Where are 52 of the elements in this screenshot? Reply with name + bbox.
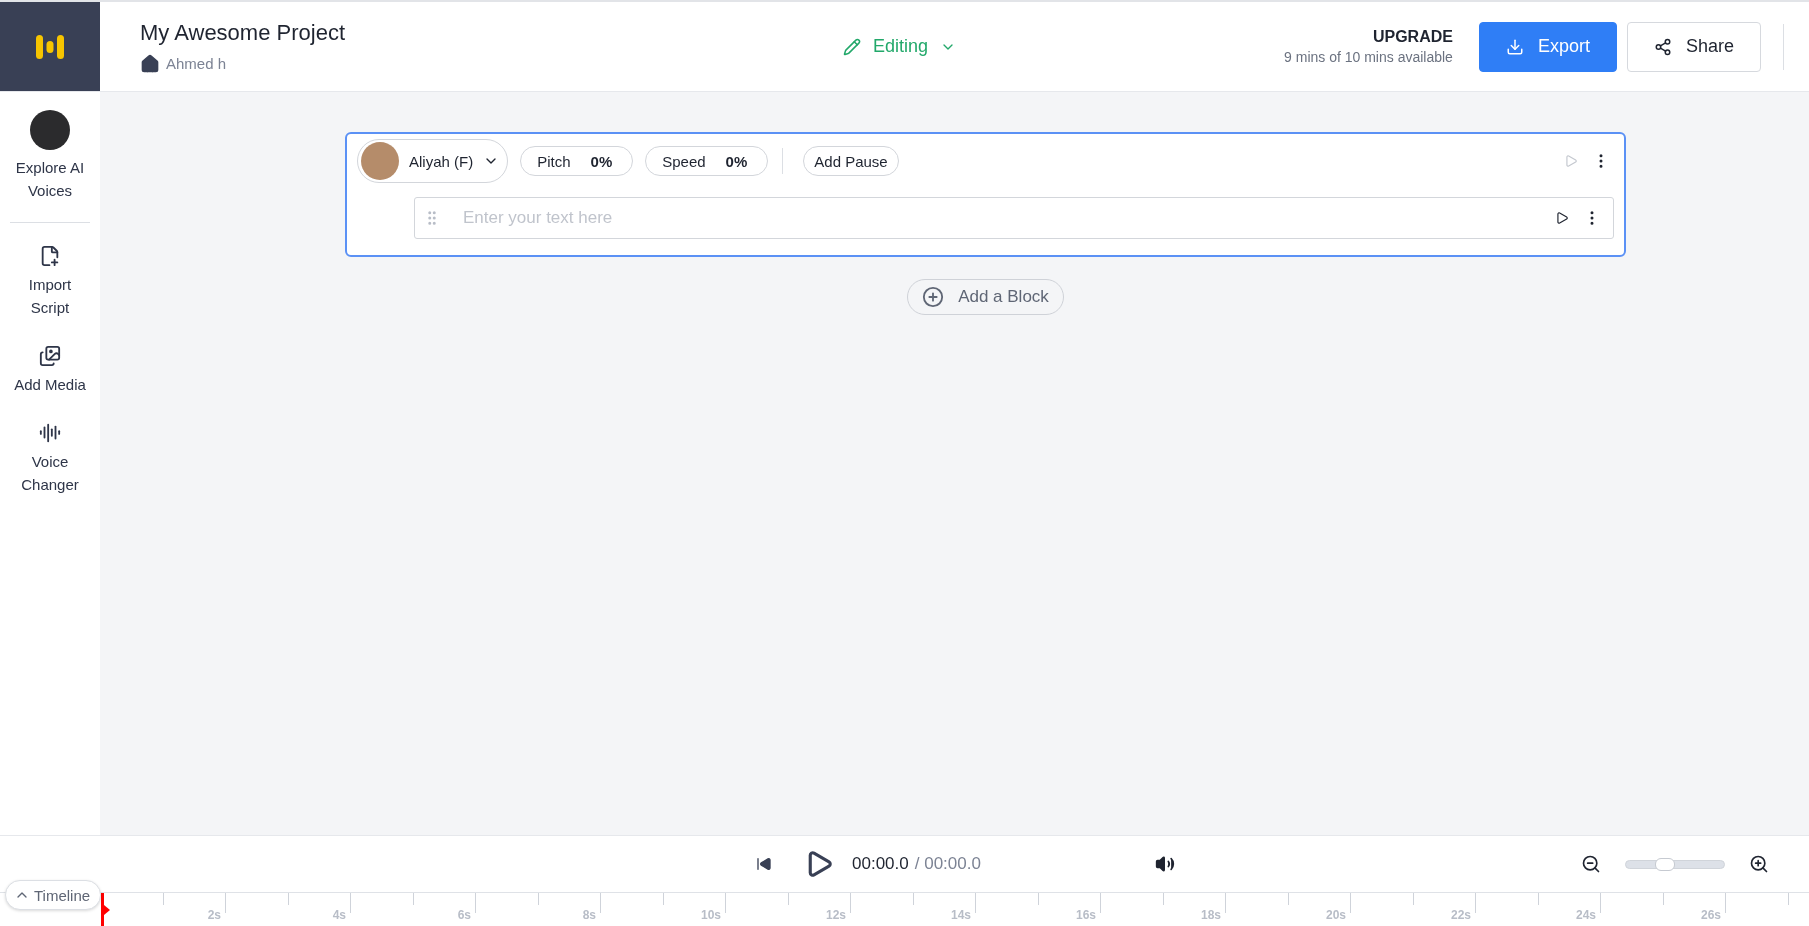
time-label: 26s (1700, 908, 1721, 922)
text-field[interactable]: Enter your text here (414, 197, 1614, 239)
avatar-photo-placeholder (30, 110, 70, 150)
plus-circle-icon (922, 286, 945, 308)
time-label: 20s (1325, 908, 1346, 922)
time-label: 10s (700, 908, 721, 922)
time-label: 8s (582, 908, 596, 922)
sidebar-item[interactable]: Voice Changer (10, 416, 90, 502)
time-label: 12s (825, 908, 846, 922)
current-time: 00:00.0 (852, 854, 909, 874)
zoom-out-icon[interactable] (1581, 854, 1601, 874)
voice-selector[interactable]: Aliyah (F) (357, 139, 509, 183)
add-block-button[interactable]: Add a Block (907, 279, 1064, 315)
add-pause-button[interactable]: Add Pause (803, 146, 899, 176)
pencil-icon (843, 37, 861, 56)
share-icon (1653, 37, 1672, 56)
time-label: 18s (1200, 908, 1221, 922)
zoom-slider[interactable] (1625, 859, 1725, 869)
time-label: 16s (1075, 908, 1096, 922)
sidebar-item[interactable]: Import Script (10, 239, 90, 325)
waveform-icon (39, 422, 61, 444)
play-icon[interactable] (1555, 211, 1569, 225)
voice-avatar-placeholder (361, 142, 399, 180)
time-label: 2s (207, 908, 221, 922)
usage-text: 9 mins of 10 mins available (1284, 49, 1453, 65)
home-icon (140, 53, 160, 74)
playhead-marker[interactable] (101, 893, 111, 926)
folder-image-icon (39, 345, 61, 367)
zoom-in-icon[interactable] (1749, 854, 1769, 874)
project-title: My Awesome Project (140, 19, 346, 46)
skip-back-icon[interactable] (756, 856, 772, 872)
owner-name: Ahmed h (166, 55, 227, 72)
logo-tile[interactable] (0, 2, 100, 91)
total-time: / 00:00.0 (914, 854, 981, 874)
time-label: 24s (1575, 908, 1596, 922)
download-icon (1505, 37, 1524, 56)
export-button[interactable]: Export (1478, 21, 1617, 72)
upgrade-link[interactable]: UPGRADE (1372, 28, 1453, 46)
time-label: 22s (1450, 908, 1471, 922)
logo-icon (35, 32, 65, 61)
speed-control[interactable]: Speed 0% (645, 146, 769, 176)
slider-thumb[interactable] (1655, 857, 1676, 871)
sidebar-item[interactable]: Explore AI Voices (10, 104, 90, 208)
share-button[interactable]: Share (1626, 21, 1761, 72)
file-plus-icon (39, 245, 61, 267)
timeline-toggle[interactable]: Timeline (5, 880, 102, 910)
volume-icon[interactable] (1154, 854, 1175, 874)
time-label: 14s (950, 908, 971, 922)
sidebar-item[interactable]: Add Media (10, 339, 90, 402)
pitch-control[interactable]: Pitch 0% (520, 146, 634, 176)
time-label: 6s (457, 908, 471, 922)
time-label: 4s (332, 908, 346, 922)
